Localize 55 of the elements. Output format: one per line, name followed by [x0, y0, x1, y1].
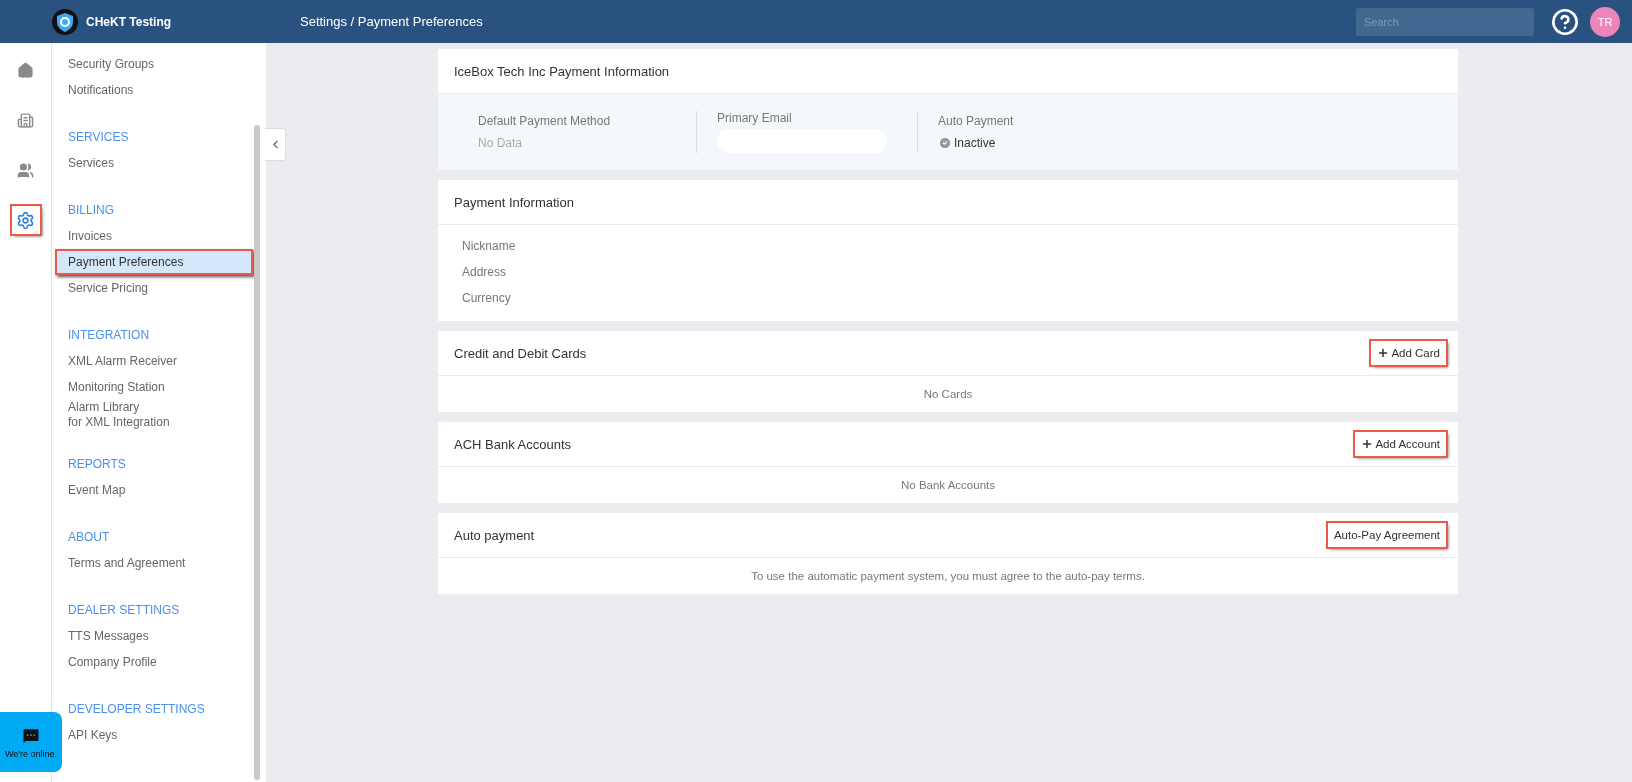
check-icon	[938, 136, 952, 150]
scrollbar[interactable]	[254, 125, 260, 780]
section-heading: SERVICES	[68, 129, 130, 146]
action-button[interactable]: Add Account	[1355, 432, 1446, 456]
building-icon	[17, 111, 34, 129]
sidebar-item[interactable]: Alarm Library for XML Integration	[68, 400, 170, 430]
sidebar-item[interactable]: API Keys	[68, 722, 118, 748]
section-heading: INTEGRATION	[68, 327, 151, 344]
shield-logo-icon	[52, 8, 78, 35]
home-icon	[17, 61, 34, 79]
brand-name: CHeKT Testing	[86, 14, 172, 29]
plus-icon	[1361, 438, 1374, 450]
sidebar-item[interactable]: Company Profile	[68, 649, 157, 675]
field-label: Auto Payment	[938, 114, 1015, 128]
field-label: Address	[462, 264, 508, 281]
field-label: Nickname	[462, 238, 517, 255]
sidebar-item[interactable]: Terms and Agreement	[68, 550, 186, 576]
field-label: Primary Email	[717, 111, 793, 125]
field-label: Currency	[462, 290, 512, 307]
section-heading: DEVELOPER SETTINGS	[68, 701, 206, 718]
sidebar-item[interactable]: Monitoring Station	[68, 374, 165, 400]
sidebar-item[interactable]: Invoices	[68, 223, 113, 249]
help-icon[interactable]	[1551, 7, 1579, 36]
card-title: Auto payment	[454, 527, 535, 543]
sidebar-item[interactable]: TTS Messages	[68, 623, 149, 649]
action-button[interactable]: Add Card	[1371, 341, 1446, 365]
plus-icon	[1377, 347, 1390, 359]
sidebar-item[interactable]: Notifications	[68, 77, 134, 103]
chat-widget[interactable]: We're online.	[0, 712, 62, 772]
card-title: ACH Bank Accounts	[454, 436, 572, 452]
empty-message: No Bank Accounts	[900, 478, 996, 493]
sidebar-item[interactable]: Services	[68, 150, 114, 176]
nav-rail-button[interactable]	[11, 206, 40, 234]
field-value: No Data	[478, 136, 524, 150]
people-icon	[17, 161, 34, 179]
empty-message: No Cards	[922, 387, 974, 402]
action-button[interactable]: Auto-Pay Agreement	[1327, 523, 1446, 547]
section-heading: DEALER SETTINGS	[68, 602, 181, 619]
sidebar-item[interactable]: Event Map	[68, 477, 126, 503]
settings-icon	[16, 210, 35, 230]
sidebar-item[interactable]: XML Alarm Receiver	[68, 348, 177, 374]
card-title: IceBox Tech Inc Payment Information	[454, 63, 670, 79]
field-label: Default Payment Method	[478, 114, 612, 128]
section-heading: ABOUT	[68, 529, 111, 546]
card-title: Payment Information	[454, 194, 574, 210]
search-field[interactable]: Search	[1356, 7, 1534, 36]
section-heading: REPORTS	[68, 456, 127, 473]
status-value: Inactive	[938, 136, 1138, 150]
sidebar-item[interactable]: Security Groups	[68, 51, 155, 77]
card-title: Credit and Debit Cards	[454, 345, 587, 361]
section-heading: BILLING	[68, 202, 116, 219]
sidebar-item[interactable]: Payment Preferences	[55, 249, 253, 275]
sidebar-item[interactable]: Service Pricing	[68, 275, 149, 301]
breadcrumb: Settings / Payment Preferences	[300, 14, 484, 29]
empty-message: To use the automatic payment system, you must agree to the auto-pay terms.	[750, 569, 1146, 584]
